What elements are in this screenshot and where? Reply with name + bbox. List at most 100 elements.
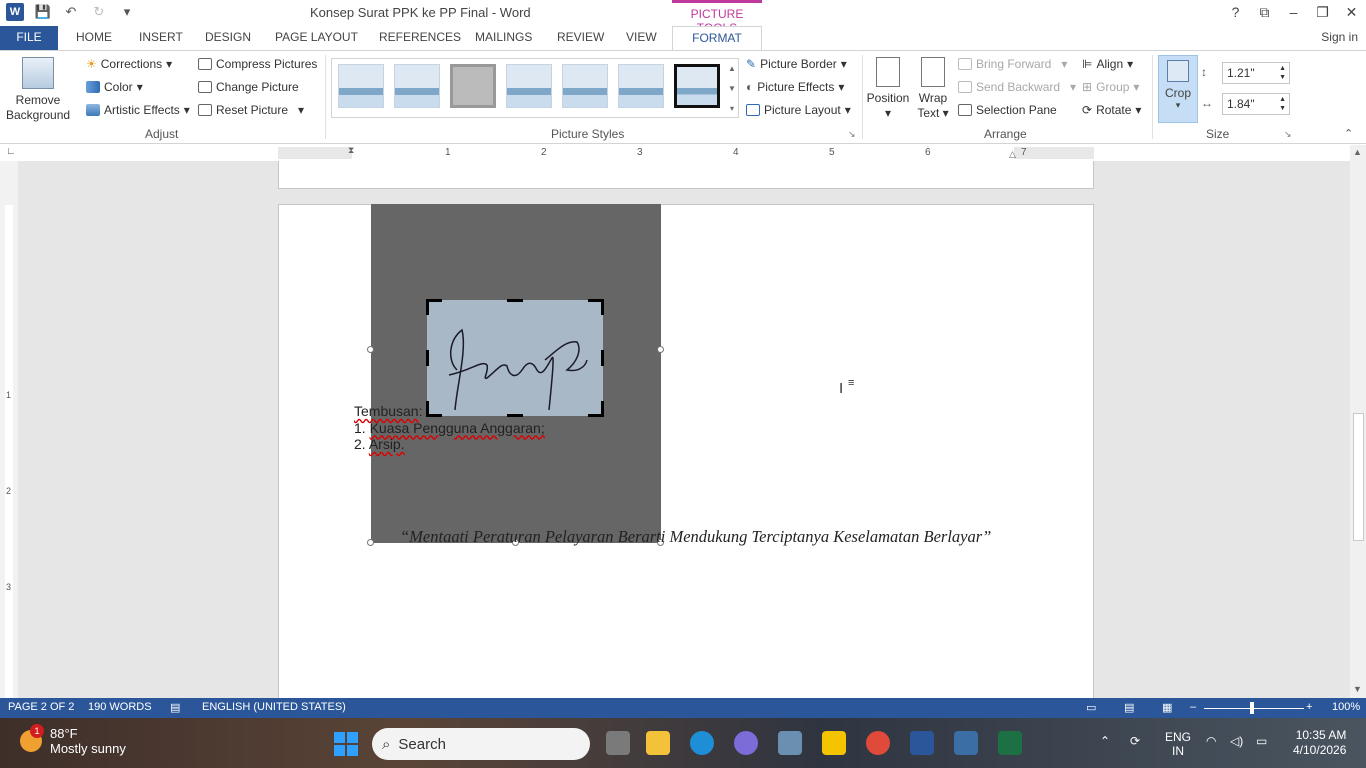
reset-picture-button[interactable]: Reset Picture ▾ bbox=[198, 103, 304, 117]
crop-handle[interactable] bbox=[601, 350, 604, 366]
style-thumb[interactable] bbox=[618, 64, 664, 108]
excel-taskbar-icon[interactable] bbox=[998, 731, 1022, 755]
customize-qat-icon[interactable]: ▾ bbox=[118, 3, 136, 21]
color-button[interactable]: Color ▾ bbox=[86, 80, 143, 94]
tab-review[interactable]: REVIEW bbox=[557, 26, 604, 50]
right-indent-icon[interactable]: △ bbox=[1009, 149, 1016, 160]
page-count[interactable]: PAGE 2 OF 2 bbox=[8, 701, 74, 713]
indent-marker-icon[interactable]: ⧗ bbox=[348, 145, 354, 156]
align-button[interactable]: ⊫ Align ▾ bbox=[1082, 57, 1133, 71]
change-picture-button[interactable]: Change Picture bbox=[198, 80, 299, 94]
scroll-down-icon[interactable]: ▼ bbox=[1353, 684, 1362, 694]
resize-handle[interactable] bbox=[657, 346, 664, 353]
redo-icon[interactable]: ↻ bbox=[90, 3, 108, 21]
camera-icon[interactable] bbox=[778, 731, 802, 755]
gallery-down-icon[interactable]: ▼ bbox=[728, 84, 736, 93]
group-button[interactable]: ⊞ Group ▾ bbox=[1082, 80, 1139, 94]
crop-handle[interactable] bbox=[426, 350, 429, 366]
tab-design[interactable]: DESIGN bbox=[205, 26, 251, 50]
close-icon[interactable]: ✕ bbox=[1337, 0, 1366, 24]
crop-handle[interactable] bbox=[426, 299, 442, 315]
style-thumb[interactable] bbox=[450, 64, 496, 108]
tray-overflow-icon[interactable]: ⌃ bbox=[1100, 734, 1110, 748]
resize-handle[interactable] bbox=[367, 539, 374, 546]
tab-home[interactable]: HOME bbox=[76, 26, 112, 50]
web-layout-icon[interactable]: ▦ bbox=[1162, 701, 1172, 714]
zoom-level[interactable]: 100% bbox=[1332, 701, 1360, 713]
dialog-launcher-icon[interactable]: ↘ bbox=[848, 129, 856, 140]
picture-effects-button[interactable]: ◐ Picture Effects ▾ bbox=[746, 80, 844, 94]
scroll-up-icon[interactable]: ▲ bbox=[1353, 147, 1362, 157]
scrollbar-thumb[interactable] bbox=[1353, 413, 1364, 541]
restore-icon[interactable]: ❐ bbox=[1308, 0, 1337, 24]
undo-icon[interactable]: ↶ bbox=[62, 3, 80, 21]
vertical-ruler[interactable]: 1 2 3 bbox=[0, 161, 18, 705]
style-thumb[interactable] bbox=[562, 64, 608, 108]
zoom-out-icon[interactable]: – bbox=[1190, 701, 1196, 713]
gallery-up-icon[interactable]: ▲ bbox=[728, 64, 736, 73]
start-button[interactable] bbox=[334, 732, 358, 756]
width-field[interactable]: 1.84" ▲ ▼ bbox=[1222, 93, 1290, 115]
tab-page-layout[interactable]: PAGE LAYOUT bbox=[275, 26, 358, 50]
zoom-slider[interactable] bbox=[1204, 708, 1304, 709]
minimize-icon[interactable]: – bbox=[1279, 0, 1308, 24]
crop-button[interactable]: Crop ▾ bbox=[1158, 55, 1198, 123]
print-layout-icon[interactable]: ▤ bbox=[1124, 701, 1134, 714]
tab-format[interactable]: FORMAT bbox=[672, 26, 762, 51]
language-indicator[interactable]: ENG IN bbox=[1165, 730, 1191, 758]
position-button[interactable]: Position ▾ bbox=[866, 57, 910, 121]
zoom-in-icon[interactable]: + bbox=[1306, 701, 1312, 713]
height-field[interactable]: 1.21" ▲ ▼ bbox=[1222, 62, 1290, 84]
width-spinner-icon[interactable]: ▲ ▼ bbox=[1279, 95, 1286, 113]
style-thumb[interactable] bbox=[506, 64, 552, 108]
tab-file[interactable]: FILE bbox=[0, 26, 58, 50]
resize-handle[interactable] bbox=[367, 346, 374, 353]
tab-mailings[interactable]: MAILINGS bbox=[475, 26, 532, 50]
horizontal-ruler[interactable]: 1 2 3 4 5 6 7 ⧗ △ bbox=[278, 145, 1094, 160]
sign-in-link[interactable]: Sign in bbox=[1321, 30, 1358, 44]
tab-references[interactable]: REFERENCES bbox=[379, 26, 461, 50]
sync-icon[interactable]: ⟳ bbox=[1130, 734, 1140, 748]
task-view-icon[interactable] bbox=[606, 731, 630, 755]
vertical-scrollbar[interactable]: ▲ ▼ bbox=[1350, 145, 1366, 698]
wrap-text-button[interactable]: Wrap Text ▾ bbox=[914, 57, 952, 121]
style-thumb[interactable] bbox=[338, 64, 384, 108]
crop-handle[interactable] bbox=[507, 299, 523, 302]
bring-forward-button[interactable]: Bring Forward ▾ bbox=[958, 57, 1067, 71]
file-explorer-icon[interactable] bbox=[646, 731, 670, 755]
wifi-icon[interactable]: ◠ bbox=[1206, 734, 1216, 748]
language-status[interactable]: ENGLISH (UNITED STATES) bbox=[202, 701, 346, 713]
word-logo-icon[interactable]: W bbox=[6, 3, 24, 21]
clock[interactable]: 10:35 AM 4/10/2026 bbox=[1293, 728, 1346, 758]
dialog-launcher-icon[interactable]: ↘ bbox=[1284, 129, 1292, 140]
edge-icon[interactable] bbox=[690, 731, 714, 755]
send-backward-button[interactable]: Send Backward ▾ bbox=[958, 80, 1076, 94]
remove-background-button[interactable]: Remove Background bbox=[6, 57, 70, 123]
taskbar-search[interactable]: ⌕ Search bbox=[372, 728, 590, 760]
save-icon[interactable]: 💾 bbox=[34, 3, 52, 21]
proofing-icon[interactable]: ▤ bbox=[170, 701, 180, 714]
tab-selector-icon[interactable]: ∟ bbox=[6, 146, 16, 157]
copilot-icon[interactable] bbox=[734, 731, 758, 755]
signature-image[interactable] bbox=[426, 299, 604, 417]
battery-icon[interactable]: ▭ bbox=[1256, 734, 1267, 748]
height-spinner-icon[interactable]: ▲ ▼ bbox=[1279, 64, 1286, 82]
selection-pane-button[interactable]: Selection Pane bbox=[958, 103, 1057, 117]
tab-view[interactable]: VIEW bbox=[626, 26, 657, 50]
sticky-notes-icon[interactable] bbox=[822, 731, 846, 755]
weather-widget[interactable]: 1 88°F Mostly sunny bbox=[20, 724, 126, 756]
picture-layout-button[interactable]: Picture Layout ▾ bbox=[746, 103, 851, 117]
help-icon[interactable]: ? bbox=[1221, 0, 1250, 24]
style-thumb-selected[interactable] bbox=[674, 64, 720, 108]
gallery-scroll[interactable]: ▲ ▼ ▾ bbox=[725, 58, 739, 118]
compress-pictures-button[interactable]: Compress Pictures bbox=[198, 57, 317, 71]
zoom-slider-knob[interactable] bbox=[1250, 702, 1254, 714]
chrome-icon[interactable] bbox=[866, 731, 890, 755]
gallery-more-icon[interactable]: ▾ bbox=[730, 104, 734, 113]
rotate-button[interactable]: ⟳ Rotate ▾ bbox=[1082, 103, 1141, 117]
document-canvas[interactable]: Tembusan: 1. Kuasa Pengguna Anggaran; 2.… bbox=[18, 161, 1350, 698]
tab-insert[interactable]: INSERT bbox=[139, 26, 183, 50]
read-mode-icon[interactable]: ▭ bbox=[1086, 701, 1096, 714]
volume-icon[interactable]: ◁) bbox=[1230, 734, 1243, 748]
crop-handle[interactable] bbox=[588, 401, 604, 417]
